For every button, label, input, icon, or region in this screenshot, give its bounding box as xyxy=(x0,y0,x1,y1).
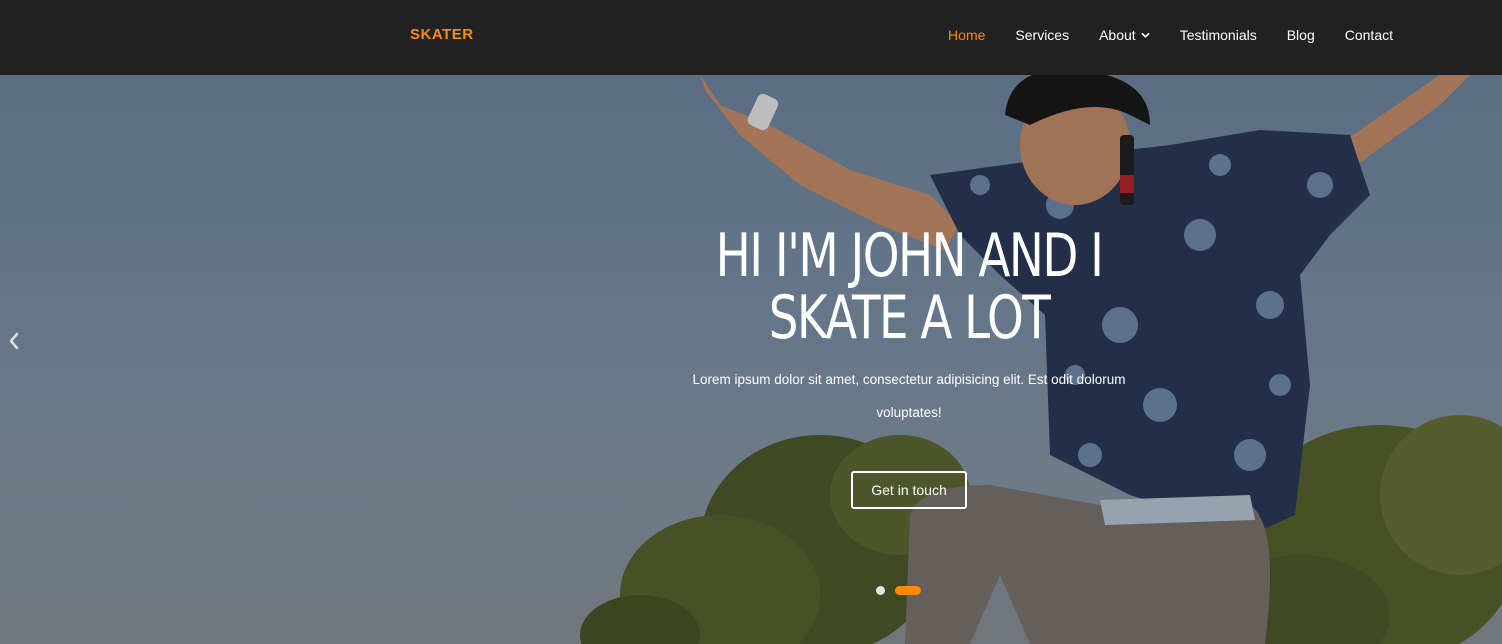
nav-about[interactable]: About xyxy=(1099,25,1150,45)
brand-logo[interactable]: SKATER xyxy=(410,26,474,43)
nav-blog[interactable]: Blog xyxy=(1287,25,1315,45)
chevron-down-icon xyxy=(1141,32,1150,38)
nav-about-label: About xyxy=(1099,27,1136,43)
get-in-touch-button[interactable]: Get in touch xyxy=(851,471,967,509)
carousel-dot-1[interactable] xyxy=(876,586,885,595)
hero-description: Lorem ipsum dolor sit amet, consectetur … xyxy=(692,372,1126,420)
hero-title-line-2: SKATE A LOT xyxy=(768,283,1051,353)
carousel-indicators xyxy=(876,586,921,595)
hero-content: HI I'M JOHN AND I SKATE A LOT Lorem ipsu… xyxy=(659,225,1159,509)
nav-testimonials[interactable]: Testimonials xyxy=(1180,25,1257,45)
hero-title-line-1: HI I'M JOHN AND I xyxy=(715,221,1104,291)
hero-title: HI I'M JOHN AND I SKATE A LOT xyxy=(714,225,1104,349)
nav-services[interactable]: Services xyxy=(1015,25,1069,45)
main-nav: Home Services About Testimonials Blog Co… xyxy=(948,25,1393,45)
nav-home[interactable]: Home xyxy=(948,25,985,45)
nav-contact[interactable]: Contact xyxy=(1345,25,1393,45)
hero-slider: HI I'M JOHN AND I SKATE A LOT Lorem ipsu… xyxy=(0,75,1502,644)
chevron-left-icon[interactable] xyxy=(5,331,23,351)
carousel-dot-2-active[interactable] xyxy=(895,586,921,595)
navbar: SKATER Home Services About Testimonials … xyxy=(0,0,1502,75)
